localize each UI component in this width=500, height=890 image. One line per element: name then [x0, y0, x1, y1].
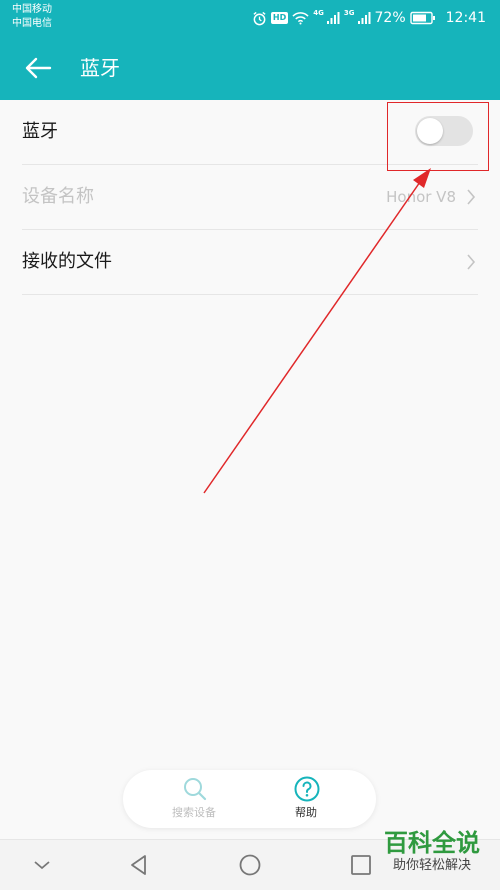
signal-icon — [326, 12, 340, 24]
carrier-2: 中国电信 — [12, 18, 52, 29]
search-devices-button[interactable]: 搜索设备 — [139, 770, 249, 828]
help-icon — [294, 776, 320, 802]
status-icons: HD 4G 3G 72% 12:41 — [252, 8, 486, 28]
bluetooth-label: 蓝牙 — [22, 121, 58, 142]
watermark-title: 百科全说 — [384, 829, 480, 857]
search-devices-label: 搜索设备 — [172, 806, 216, 819]
received-files-row[interactable]: 接收的文件 — [22, 230, 478, 295]
device-name-row[interactable]: 设备名称 Honor V8 — [22, 165, 478, 230]
page-title: 蓝牙 — [80, 56, 120, 80]
annotation-highlight-box — [387, 102, 489, 171]
battery-icon — [409, 11, 435, 25]
hd-icon: HD — [270, 12, 289, 24]
watermark: 百科全说 助你轻松解决 — [376, 829, 488, 881]
arrow-left-icon — [25, 57, 52, 79]
network-type-1: 4G — [313, 9, 324, 17]
device-name-label: 设备名称 — [22, 186, 94, 207]
network-type-2: 3G — [343, 9, 355, 17]
battery-percent: 72% — [374, 10, 406, 26]
bottom-action-bar: 搜索设备 帮助 — [123, 770, 376, 828]
help-label: 帮助 — [295, 806, 317, 819]
home-circle-icon[interactable] — [238, 853, 262, 877]
chevron-down-icon[interactable] — [30, 853, 54, 877]
back-triangle-icon[interactable] — [127, 853, 151, 877]
help-button[interactable]: 帮助 — [251, 770, 361, 828]
recents-square-icon[interactable] — [349, 853, 373, 877]
carrier-1: 中国移动 — [12, 4, 52, 15]
watermark-subtitle: 助你轻松解决 — [392, 858, 471, 873]
status-bar: 中国移动 中国电信 HD 4G 3G 72% 12:41 — [0, 0, 500, 36]
search-icon — [184, 778, 207, 801]
received-files-label: 接收的文件 — [22, 251, 112, 272]
back-button[interactable] — [22, 52, 54, 84]
alarm-icon — [253, 11, 266, 25]
device-name-value: Honor V8 — [386, 188, 456, 206]
status-time: 12:41 — [445, 10, 486, 26]
chevron-right-icon — [467, 189, 476, 205]
wifi-icon — [292, 12, 309, 25]
chevron-right-icon — [467, 254, 476, 270]
signal-icon — [357, 12, 371, 24]
